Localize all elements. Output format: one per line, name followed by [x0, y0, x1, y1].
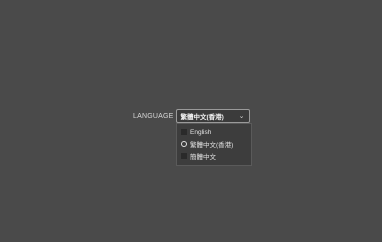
language-select[interactable]: 繁體中文(香港) ⌄ [175, 109, 250, 123]
selected-radio-icon [181, 141, 187, 147]
screen: LANGUAGE 繁體中文(香港) ⌄ English 繁體中文(香港) 簡體中… [0, 0, 382, 242]
option-checkbox-icon [181, 153, 187, 159]
language-select-value: 繁體中文(香港) [180, 114, 224, 121]
language-dropdown: English 繁體中文(香港) 簡體中文 [176, 123, 252, 166]
option-checkbox-icon [181, 129, 187, 135]
language-option-english[interactable]: English [177, 126, 251, 138]
language-label: LANGUAGE [133, 112, 174, 120]
chevron-down-icon: ⌄ [238, 112, 245, 120]
option-label: 簡體中文 [190, 154, 216, 161]
option-label: 繁體中文(香港) [190, 142, 234, 149]
language-option-zh-cn[interactable]: 簡體中文 [177, 150, 251, 162]
option-label: English [190, 128, 212, 136]
language-row: LANGUAGE 繁體中文(香港) ⌄ [133, 108, 250, 124]
language-option-zh-hk[interactable]: 繁體中文(香港) [177, 138, 251, 150]
